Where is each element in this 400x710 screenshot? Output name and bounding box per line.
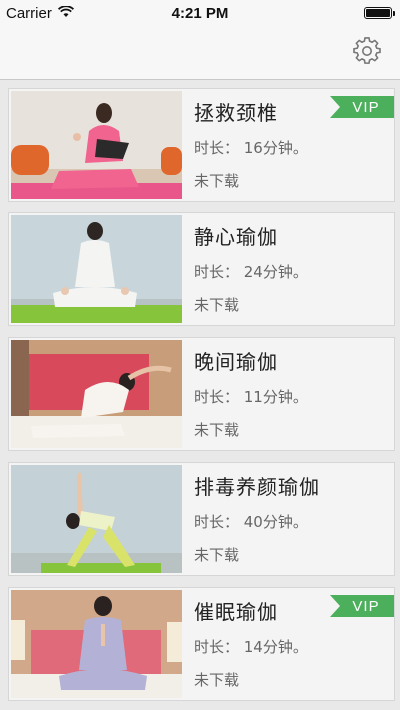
item-duration: 时长： 11分钟。: [194, 388, 308, 406]
list-item[interactable]: 拯救颈椎 时长： 16分钟。 未下载 VIP: [8, 88, 395, 202]
download-status: 未下载: [194, 296, 240, 314]
download-status: 未下载: [194, 172, 240, 190]
list-item[interactable]: 静心瑜伽 时长： 24分钟。 未下载: [8, 212, 395, 326]
download-status: 未下载: [194, 546, 240, 564]
list-item[interactable]: 晚间瑜伽 时长： 11分钟。 未下载: [8, 337, 395, 451]
carrier-label: Carrier: [6, 4, 52, 22]
vip-badge: VIP: [330, 96, 394, 118]
status-bar: Carrier 4:21 PM: [0, 0, 400, 26]
download-status: 未下载: [194, 421, 240, 439]
gear-icon: [353, 37, 381, 69]
navigation-bar: [0, 26, 400, 80]
item-duration: 时长： 40分钟。: [194, 513, 308, 531]
download-status: 未下载: [194, 671, 240, 689]
thumbnail-image: [11, 340, 182, 448]
list-item[interactable]: 催眠瑜伽 时长： 14分钟。 未下载 VIP: [8, 587, 395, 701]
thumbnail-image: [11, 590, 182, 698]
item-title: 拯救颈椎: [194, 101, 278, 125]
list-item[interactable]: 排毒养颜瑜伽 时长： 40分钟。 未下载: [8, 462, 395, 576]
item-duration: 时长： 14分钟。: [194, 638, 308, 656]
vip-badge: VIP: [330, 595, 394, 617]
thumbnail-image: [11, 215, 182, 323]
wifi-icon: [57, 4, 74, 22]
item-title: 晚间瑜伽: [194, 350, 278, 374]
item-duration: 时长： 24分钟。: [194, 263, 308, 281]
item-title: 静心瑜伽: [194, 225, 278, 249]
item-duration: 时长： 16分钟。: [194, 139, 308, 157]
thumbnail-image: [11, 465, 182, 573]
item-title: 排毒养颜瑜伽: [194, 475, 320, 499]
thumbnail-image: [11, 91, 182, 199]
battery-icon: [364, 7, 395, 19]
settings-button[interactable]: [352, 37, 382, 69]
item-title: 催眠瑜伽: [194, 600, 278, 624]
